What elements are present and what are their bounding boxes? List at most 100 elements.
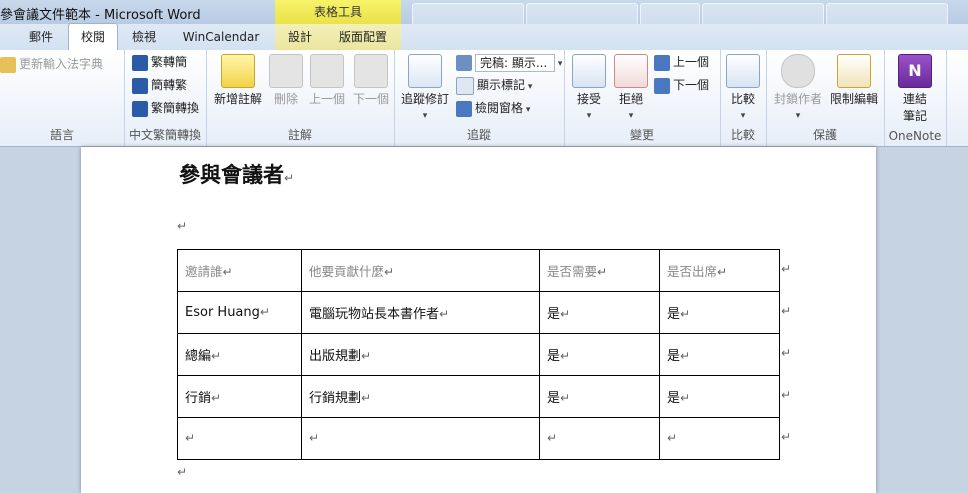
document-area: 參與會議者↵ ↵ 邀請誰↵ 他要貢獻什麼↵ 是否需要↵ 是否出席↵ Esor H… — [0, 147, 968, 493]
table-cell[interactable]: 是↵ — [659, 291, 780, 334]
new-comment-button[interactable]: 新增註解 — [212, 54, 264, 107]
group-label: 變更 — [629, 128, 654, 142]
table-header-cell[interactable]: 邀請誰↵ — [177, 249, 302, 292]
group-comments: 新增註解 刪除 上一個 下一個 註解 — [206, 50, 395, 146]
background-tab — [640, 3, 700, 25]
linked-notes-button[interactable]: N 連結 筆記 — [896, 54, 934, 124]
table-row: 總編↵ 出版規劃↵ 是↵ 是↵ — [177, 333, 780, 376]
show-markup-icon — [456, 76, 474, 95]
table-cell[interactable]: ↵ — [301, 417, 540, 460]
table-cell[interactable]: 出版規劃↵ — [301, 333, 540, 376]
table-cell[interactable]: 電腦玩物站長本書作者↵ — [301, 291, 540, 334]
next-comment-button[interactable]: 下一個 — [350, 54, 392, 107]
trad-to-simp-button[interactable]: 繁轉簡 — [132, 52, 187, 72]
table-cell[interactable]: ↵ — [659, 417, 780, 460]
group-tracking: 追蹤修訂 ▾ 完稿: 顯示... ▾ 顯示標記 ▾ 檢閱窗格 ▾ 追蹤 — [394, 50, 565, 146]
tab-wincalendar[interactable]: WinCalendar — [176, 24, 266, 50]
table-cell[interactable]: 是↵ — [659, 375, 780, 418]
dictionary-icon — [0, 56, 16, 73]
table-header-cell[interactable]: 他要貢獻什麼↵ — [301, 249, 540, 292]
row-end-mark: ↵ — [781, 346, 792, 360]
tab-review[interactable]: 校閱 — [68, 23, 118, 51]
background-tab — [826, 3, 948, 25]
conversion-button[interactable]: 繁簡轉換 — [132, 98, 199, 118]
table-cell[interactable]: ↵ — [539, 417, 660, 460]
document-page[interactable]: 參與會議者↵ ↵ 邀請誰↵ 他要貢獻什麼↵ 是否需要↵ 是否出席↵ Esor H… — [81, 147, 876, 493]
display-for-review-select[interactable]: 完稿: 顯示... ▾ — [456, 52, 562, 72]
row-end-mark: ↵ — [781, 388, 792, 402]
track-changes-button[interactable]: 追蹤修訂 ▾ — [400, 54, 450, 121]
attendees-table[interactable]: 邀請誰↵ 他要貢獻什麼↵ 是否需要↵ 是否出席↵ Esor Huang↵ 電腦玩… — [177, 249, 780, 460]
tab-layout[interactable]: 版面配置 — [330, 24, 396, 50]
onenote-icon: N — [898, 54, 932, 88]
table-cell[interactable]: 是↵ — [539, 291, 660, 334]
table-cell[interactable]: Esor Huang↵ — [177, 291, 302, 334]
table-cell[interactable]: 是↵ — [539, 333, 660, 376]
group-onenote: N 連結 筆記 OneNote — [884, 50, 947, 146]
block-authors-button[interactable]: 封鎖作者 ▾ — [772, 54, 824, 121]
paragraph-mark: ↵ — [177, 219, 188, 233]
background-tab — [702, 3, 824, 25]
next-comment-icon — [354, 54, 388, 88]
tab-mailings[interactable]: 郵件 — [20, 24, 62, 50]
table-cell[interactable]: 行銷↵ — [177, 375, 302, 418]
new-comment-icon — [221, 54, 255, 88]
simp-trad-icon — [132, 77, 148, 94]
tab-view[interactable]: 檢視 — [122, 24, 166, 50]
group-language: 更新輸入法字典 語言 — [0, 50, 125, 146]
lock-icon — [837, 54, 871, 88]
ribbon: 更新輸入法字典 語言 繁轉簡 簡轉繁 繁簡轉換 中文繁簡轉換 新增註解 刪除 上… — [0, 50, 968, 147]
table-row: ↵ ↵ ↵ ↵ — [177, 417, 780, 460]
update-ime-button[interactable]: 更新輸入法字典 — [0, 54, 103, 74]
compare-icon — [726, 54, 760, 88]
delete-comment-button[interactable]: 刪除 — [268, 54, 304, 107]
table-header-cell[interactable]: 是否出席↵ — [659, 249, 780, 292]
ribbon-tabs: 郵件 校閱 檢視 WinCalendar 設計 版面配置 — [0, 23, 968, 51]
table-cell[interactable]: 總編↵ — [177, 333, 302, 376]
previous-comment-icon — [310, 54, 344, 88]
table-cell[interactable]: 行銷規劃↵ — [301, 375, 540, 418]
next-change-button[interactable]: 下一個 — [654, 75, 709, 95]
table-row: Esor Huang↵ 電腦玩物站長本書作者↵ 是↵ 是↵ — [177, 291, 780, 334]
previous-comment-button[interactable]: 上一個 — [306, 54, 348, 107]
next-change-icon — [654, 77, 670, 94]
group-label: 語言 — [49, 128, 74, 142]
row-end-mark: ↵ — [781, 304, 792, 318]
group-protect: 封鎖作者 ▾ 限制編輯 保護 — [766, 50, 885, 146]
compare-button[interactable]: 比較 ▾ — [724, 54, 762, 121]
reject-button[interactable]: 拒絕 ▾ — [612, 54, 650, 121]
tab-design[interactable]: 設計 — [278, 24, 322, 50]
previous-change-button[interactable]: 上一個 — [654, 52, 709, 72]
review-pane-icon — [456, 100, 472, 117]
restrict-editing-button[interactable]: 限制編輯 — [826, 54, 882, 107]
conversion-icon — [132, 100, 148, 117]
table-cell[interactable]: 是↵ — [659, 333, 780, 376]
table-cell[interactable]: ↵ — [177, 417, 302, 460]
group-label: 保護 — [812, 128, 837, 142]
accept-button[interactable]: 接受 ▾ — [570, 54, 608, 121]
paragraph-mark: ↵ — [284, 171, 295, 185]
markup-display-icon — [456, 54, 472, 71]
table-row: 行銷↵ 行銷規劃↵ 是↵ 是↵ — [177, 375, 780, 418]
title-bar: 參會議文件範本 - Microsoft Word 表格工具 — [0, 0, 968, 25]
track-changes-icon — [408, 54, 442, 88]
group-label: 註解 — [287, 128, 312, 142]
group-label: 追蹤 — [466, 128, 491, 142]
simp-to-trad-button[interactable]: 簡轉繁 — [132, 75, 187, 95]
table-cell[interactable]: 是↵ — [539, 375, 660, 418]
show-markup-button[interactable]: 顯示標記 ▾ — [456, 75, 532, 95]
paragraph-mark: ↵ — [177, 465, 188, 479]
trad-simp-icon — [132, 54, 148, 71]
review-pane-button[interactable]: 檢閱窗格 ▾ — [456, 98, 530, 118]
block-authors-icon — [781, 54, 815, 88]
row-end-mark: ↵ — [781, 262, 792, 276]
table-header-cell[interactable]: 是否需要↵ — [539, 249, 660, 292]
table-header-row: 邀請誰↵ 他要貢獻什麼↵ 是否需要↵ 是否出席↵ — [177, 249, 780, 292]
reject-icon — [614, 54, 648, 88]
delete-comment-icon — [269, 54, 303, 88]
group-changes: 接受 ▾ 拒絕 ▾ 上一個 下一個 變更 — [564, 50, 721, 146]
group-label: OneNote — [888, 129, 942, 143]
accept-icon — [572, 54, 606, 88]
table-tools-context-label: 表格工具 — [275, 0, 401, 24]
background-tab — [526, 3, 638, 25]
